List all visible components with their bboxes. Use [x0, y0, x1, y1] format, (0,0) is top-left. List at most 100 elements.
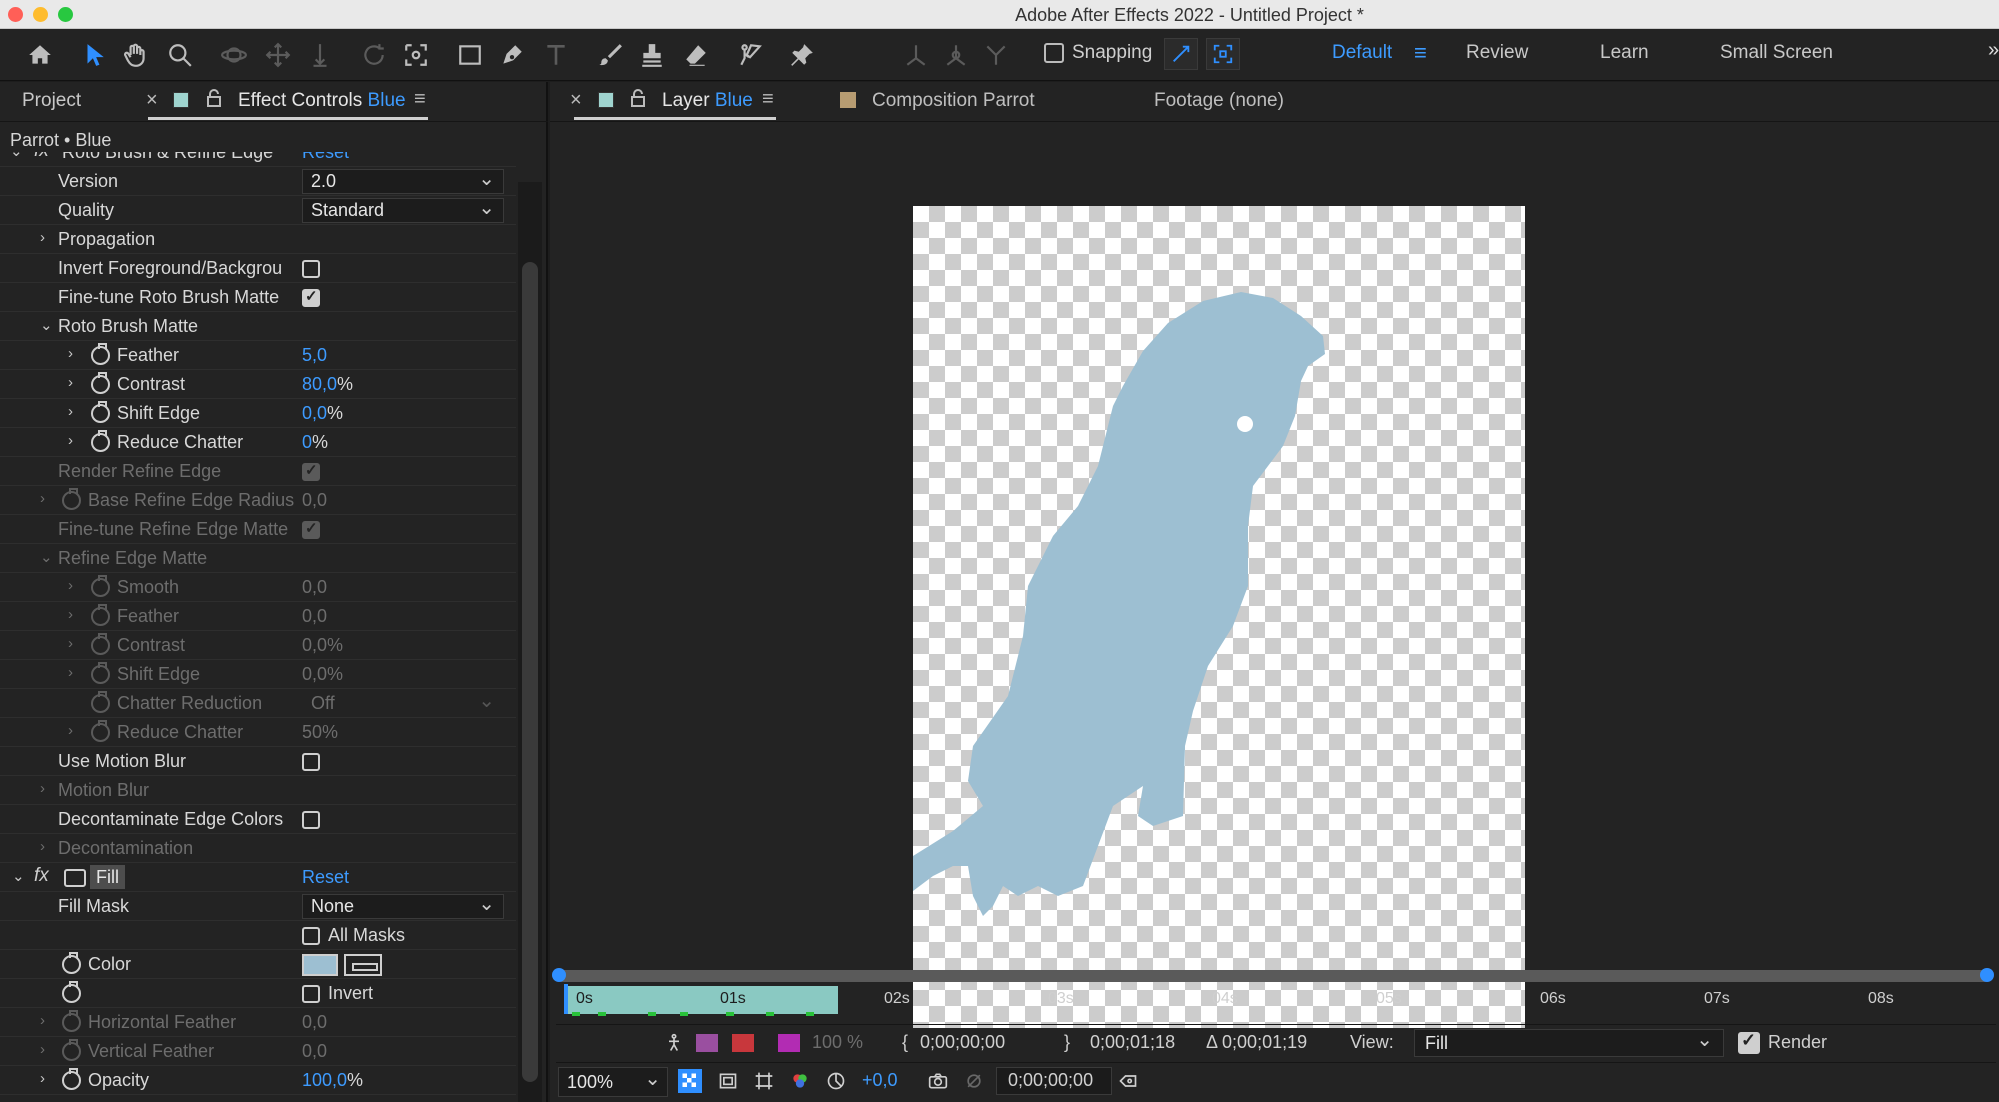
current-time-timecode[interactable]: 0;00;00;00 [1008, 1070, 1093, 1091]
hand-tool-icon[interactable] [120, 39, 152, 71]
expand-chevron-icon[interactable]: › [68, 432, 73, 449]
alpha-overlay-icon[interactable] [732, 1034, 754, 1052]
orbit-camera-icon[interactable] [218, 39, 250, 71]
fx-icon[interactable]: fx [34, 152, 49, 162]
all-masks-checkbox[interactable] [302, 927, 320, 945]
stopwatch-icon[interactable] [91, 430, 110, 452]
reset-link[interactable]: Reset [302, 152, 349, 163]
tab-composition[interactable]: Composition Parrot [872, 90, 1035, 112]
snap-features-icon[interactable] [1206, 38, 1240, 70]
expand-chevron-icon[interactable]: › [40, 1070, 45, 1087]
expand-chevron-icon[interactable]: › [40, 229, 45, 246]
workspace-small-screen[interactable]: Small Screen [1720, 42, 1833, 64]
axis-view-icon[interactable] [980, 39, 1012, 71]
panel-menu-icon[interactable]: ≡ [762, 88, 774, 111]
invert-foreground-checkbox[interactable] [302, 260, 320, 278]
close-tab-icon[interactable]: × [146, 89, 158, 112]
show-snapshot-icon[interactable] [962, 1069, 986, 1093]
collapse-chevron-icon[interactable]: ⌄ [10, 152, 23, 160]
tab-project[interactable]: Project [22, 90, 81, 112]
workspace-review[interactable]: Review [1466, 42, 1528, 64]
roto-brush-icon[interactable] [734, 39, 766, 71]
brush-tool-icon[interactable] [594, 39, 626, 71]
roto-person-icon[interactable] [662, 1031, 686, 1055]
stopwatch-icon[interactable] [62, 952, 81, 974]
workspace-learn[interactable]: Learn [1600, 42, 1649, 64]
eraser-icon[interactable] [680, 39, 712, 71]
transparency-grid-icon[interactable] [678, 1069, 702, 1093]
expand-chevron-icon[interactable]: › [68, 403, 73, 420]
zoom-tool-icon[interactable] [164, 39, 196, 71]
use-motion-blur-checkbox[interactable] [302, 753, 320, 771]
reset-exposure-icon[interactable] [824, 1069, 848, 1093]
region-of-interest-icon[interactable] [716, 1069, 740, 1093]
collapse-chevron-icon[interactable]: ⌄ [40, 316, 53, 334]
lock-icon[interactable] [206, 88, 222, 108]
in-point-bracket-icon[interactable]: { [902, 1032, 908, 1053]
eyedropper-icon[interactable] [344, 954, 382, 976]
quality-dropdown[interactable]: Standard [302, 195, 504, 223]
workspace-default[interactable]: Default [1332, 42, 1392, 64]
panel-menu-icon[interactable]: ≡ [414, 88, 426, 111]
puppet-pin-icon[interactable] [786, 39, 818, 71]
decontaminate-checkbox[interactable] [302, 811, 320, 829]
pan-camera-icon[interactable] [262, 39, 294, 71]
reset-link[interactable]: Reset [302, 867, 349, 888]
rectangle-tool-icon[interactable] [454, 39, 486, 71]
expand-chevron-icon[interactable]: › [68, 374, 73, 391]
color-swatch[interactable] [302, 954, 338, 976]
prop-value[interactable]: 80,0% [302, 374, 353, 395]
type-tool-icon[interactable] [540, 39, 572, 71]
invert-checkbox[interactable] [302, 985, 320, 1003]
snapping-checkbox[interactable] [1044, 43, 1064, 63]
fill-mask-dropdown[interactable]: None [302, 891, 504, 919]
rotation-tool-icon[interactable] [358, 39, 390, 71]
in-point-timecode[interactable]: 0;00;00;00 [920, 1032, 1005, 1053]
overlay-opacity[interactable]: 100 % [812, 1032, 863, 1053]
lock-icon[interactable] [630, 88, 646, 108]
channels-icon[interactable] [788, 1069, 812, 1093]
snapshot-camera-icon[interactable] [926, 1069, 950, 1093]
tab-footage[interactable]: Footage (none) [1154, 90, 1284, 112]
selection-tool-icon[interactable] [78, 39, 110, 71]
stopwatch-icon[interactable] [91, 372, 110, 394]
prop-value[interactable]: 5,0 [302, 345, 327, 366]
workspace-menu-icon[interactable]: ≡ [1414, 40, 1427, 66]
axis-world-icon[interactable] [940, 39, 972, 71]
layer-viewer[interactable] [550, 122, 1999, 1052]
pan-behind-icon[interactable] [400, 39, 432, 71]
out-point-timecode[interactable]: 0;00;01;18 [1090, 1032, 1175, 1053]
prop-roto-brush-matte[interactable]: ⌄ Roto Brush Matte [0, 312, 516, 341]
pen-tool-icon[interactable] [496, 39, 528, 71]
prop-value[interactable]: 0% [302, 432, 328, 453]
workspace-overflow-icon[interactable]: » [1988, 39, 1999, 62]
stopwatch-icon[interactable] [91, 343, 110, 365]
timeline-range-bar[interactable] [552, 968, 1994, 982]
snap-edges-icon[interactable] [1164, 38, 1198, 70]
motion-blur-preview-icon[interactable] [1116, 1069, 1140, 1093]
stopwatch-icon[interactable] [91, 401, 110, 423]
prop-value[interactable]: 100,0% [302, 1070, 363, 1091]
clone-stamp-icon[interactable] [636, 39, 668, 71]
finetune-roto-checkbox[interactable] [302, 287, 320, 307]
axis-local-icon[interactable] [900, 39, 932, 71]
render-checkbox[interactable] [1738, 1030, 1760, 1054]
view-dropdown[interactable]: Fill [1414, 1027, 1724, 1057]
tab-effect-controls[interactable]: Effect Controls Blue [238, 90, 406, 112]
collapse-chevron-icon[interactable]: ⌄ [12, 867, 25, 885]
current-time-indicator[interactable] [564, 984, 568, 1014]
tab-layer[interactable]: Layer Blue [662, 90, 753, 112]
effect-controls-scrollbar[interactable] [518, 182, 542, 1102]
close-tab-icon[interactable]: × [570, 89, 582, 112]
show-matte-icon[interactable] [696, 1034, 718, 1052]
stopwatch-icon[interactable] [62, 1068, 81, 1090]
scrollbar-thumb[interactable] [522, 262, 538, 1082]
fx-icon[interactable]: fx [34, 865, 49, 887]
prop-value[interactable]: 0,0% [302, 403, 343, 424]
exposure-value[interactable]: +0,0 [862, 1070, 898, 1091]
stopwatch-icon[interactable] [62, 981, 81, 1003]
out-point-bracket-icon[interactable]: } [1064, 1032, 1070, 1053]
home-icon[interactable] [24, 39, 56, 71]
dolly-camera-icon[interactable] [304, 39, 336, 71]
magnification-dropdown[interactable]: 100% [558, 1066, 668, 1097]
